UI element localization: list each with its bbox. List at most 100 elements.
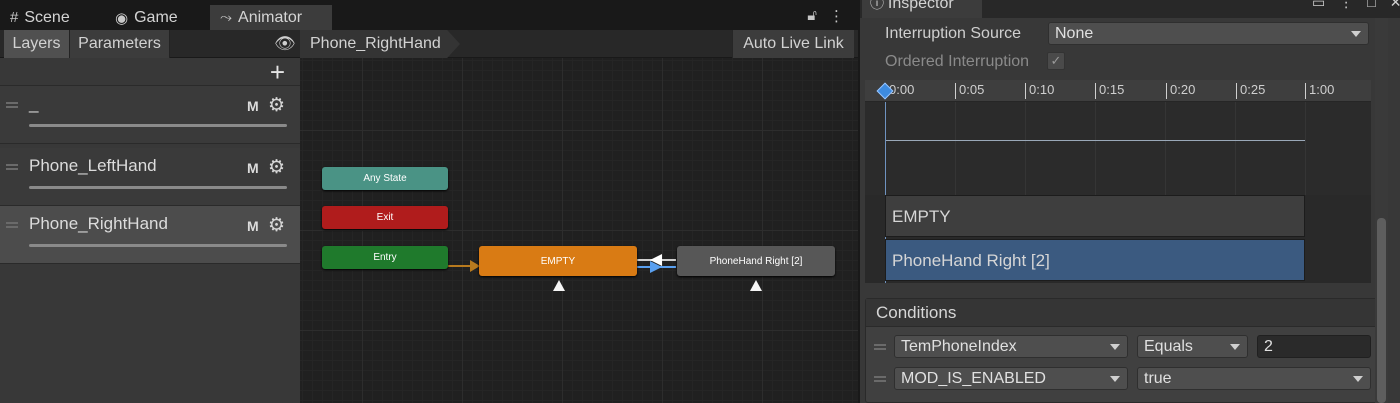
- chevron-down-icon: [1351, 31, 1361, 37]
- animator-window: # Scene ◉ Game ⤳ Animator 🔓︎ ⋮ Layers Pa…: [0, 0, 858, 403]
- tick-label: 0:05: [955, 83, 984, 99]
- scrollbar-thumb[interactable]: [1377, 218, 1386, 403]
- more-options-icon[interactable]: ⋮: [829, 7, 844, 25]
- drag-handle-icon[interactable]: [6, 222, 18, 228]
- empty-state-node[interactable]: EMPTY: [479, 246, 637, 276]
- gear-icon[interactable]: ⚙: [268, 214, 285, 237]
- window-tab-bar: # Scene ◉ Game ⤳ Animator 🔓︎ ⋮: [0, 0, 858, 30]
- transition-arrows: [448, 254, 676, 273]
- source-state-bar[interactable]: EMPTY: [885, 195, 1305, 237]
- dropdown-value: true: [1144, 370, 1172, 387]
- any-state-node[interactable]: Any State: [322, 167, 448, 190]
- tab-inspector[interactable]: ⓘ Inspector: [862, 0, 982, 18]
- transition-timeline[interactable]: 0:00 0:05 0:10 0:15 0:20 0:25 1:00 EMPTY…: [865, 80, 1371, 283]
- breadcrumb[interactable]: Phone_RightHand: [300, 30, 460, 58]
- layer-mask-indicator: M: [247, 160, 259, 176]
- more-options-icon[interactable]: ⋮: [1339, 0, 1353, 11]
- window-tools: 🔓︎ ⋮: [807, 7, 844, 25]
- layers-toolbar: +: [0, 58, 300, 86]
- gear-icon[interactable]: ⚙: [268, 94, 285, 117]
- phonehand-state-node[interactable]: PhoneHand Right [2]: [677, 246, 835, 276]
- timeline-ruler: 0:00 0:05 0:10 0:15 0:20 0:25 1:00: [865, 80, 1371, 102]
- inspector-tab-bar: ⓘ Inspector ▭ ⋮ □ ✕: [860, 0, 1400, 18]
- layer-weight-slider[interactable]: [29, 186, 287, 189]
- layer-mask-indicator: M: [247, 218, 259, 234]
- transition-curve: [885, 140, 1305, 141]
- destination-state-bar[interactable]: PhoneHand Right [2]: [885, 239, 1305, 281]
- add-layer-icon[interactable]: +: [270, 58, 285, 86]
- tab-inspector-label: Inspector: [887, 0, 954, 12]
- tick-label: 0:15: [1095, 83, 1124, 99]
- node-label: Entry: [373, 252, 397, 263]
- tab-animator-label: Animator: [238, 8, 303, 26]
- condition-parameter-dropdown[interactable]: MOD_IS_ENABLED: [894, 367, 1128, 390]
- tab-scene[interactable]: # Scene: [0, 5, 100, 30]
- layer-name: _: [29, 94, 39, 113]
- drag-handle-icon[interactable]: [6, 164, 18, 170]
- node-label: Exit: [376, 212, 394, 223]
- conditions-header: Conditions: [866, 299, 1380, 327]
- maximize-icon[interactable]: □: [1367, 0, 1375, 11]
- state-machine-graph[interactable]: Any State Exit Entry EMPTY PhoneHand Rig…: [300, 58, 858, 403]
- info-icon: ⓘ: [870, 0, 888, 11]
- layer-mask-indicator: M: [247, 98, 259, 114]
- drag-handle-icon[interactable]: [874, 344, 886, 350]
- conditions-panel: Conditions TemPhoneIndex Equals 2 MOD_IS…: [865, 298, 1381, 403]
- gamepad-icon: ◉: [115, 9, 129, 27]
- exit-node[interactable]: Exit: [322, 206, 448, 229]
- dropdown-value: Equals: [1144, 338, 1193, 355]
- node-label: EMPTY: [540, 255, 576, 267]
- layer-row[interactable]: Phone_LeftHand M ⚙: [0, 148, 300, 206]
- tab-animator[interactable]: ⤳ Animator: [210, 5, 332, 30]
- tab-game[interactable]: ◉ Game: [105, 5, 205, 30]
- inspector-window-tools: ▭ ⋮ □ ✕: [1312, 0, 1400, 11]
- tick-label: 0:20: [1166, 83, 1195, 99]
- condition-mode-dropdown[interactable]: Equals: [1137, 335, 1248, 358]
- condition-row: TemPhoneIndex Equals 2: [866, 333, 1380, 364]
- node-label: Any State: [363, 173, 407, 184]
- auto-live-link-button[interactable]: Auto Live Link: [732, 30, 854, 58]
- close-icon[interactable]: ✕: [1390, 0, 1400, 11]
- tab-parameters[interactable]: Parameters: [70, 30, 170, 58]
- tab-scene-label: Scene: [24, 8, 70, 26]
- dropdown-value: TemPhoneIndex: [901, 338, 1017, 355]
- condition-row: MOD_IS_ENABLED true: [866, 365, 1380, 396]
- condition-mode-dropdown[interactable]: true: [1137, 367, 1371, 390]
- animator-toolbar: Layers Parameters 👁︎ Phone_RightHand Aut…: [0, 30, 858, 58]
- dropdown-value: MOD_IS_ENABLED: [901, 370, 1046, 387]
- chevron-down-icon: [1110, 376, 1120, 382]
- ordered-interruption-checkbox[interactable]: ✓: [1047, 52, 1065, 70]
- layer-name: Phone_LeftHand: [29, 156, 157, 175]
- tick-label: 1:00: [1305, 83, 1334, 99]
- chevron-down-icon: [1230, 344, 1240, 350]
- interruption-source-dropdown[interactable]: None: [1048, 22, 1369, 45]
- interruption-source-label: Interruption Source: [885, 25, 1022, 42]
- chevron-down-icon: [1353, 376, 1363, 382]
- entry-node[interactable]: Entry: [322, 246, 448, 269]
- layers-panel: + _ M ⚙ Phone_LeftHand M ⚙ Phone_RightHa…: [0, 58, 300, 403]
- eye-icon[interactable]: 👁︎: [274, 34, 296, 54]
- checkmark-icon: ✓: [1050, 53, 1062, 68]
- layer-weight-slider[interactable]: [29, 124, 287, 127]
- condition-value-field[interactable]: 2: [1257, 335, 1371, 358]
- layer-weight-slider[interactable]: [29, 244, 287, 247]
- condition-parameter-dropdown[interactable]: TemPhoneIndex: [894, 335, 1128, 358]
- inspector-scrollbar[interactable]: [1375, 18, 1388, 403]
- triangle-icon: [553, 280, 565, 291]
- drag-handle-icon[interactable]: [6, 102, 18, 108]
- drag-handle-icon[interactable]: [874, 376, 886, 382]
- layer-row[interactable]: Phone_RightHand M ⚙: [0, 206, 300, 264]
- lock-icon[interactable]: ▭: [1312, 0, 1325, 11]
- tab-layers[interactable]: Layers: [4, 30, 70, 58]
- lock-icon[interactable]: 🔓︎: [807, 7, 817, 25]
- chevron-down-icon: [1110, 344, 1120, 350]
- gear-icon[interactable]: ⚙: [268, 156, 285, 179]
- ordered-interruption-label: Ordered Interruption: [885, 53, 1030, 70]
- animator-icon: ⤳: [220, 9, 233, 26]
- layer-row[interactable]: _ M ⚙: [0, 86, 300, 144]
- layer-name: Phone_RightHand: [29, 214, 168, 233]
- dropdown-value: None: [1055, 25, 1094, 42]
- tick-label: 0:25: [1236, 83, 1265, 99]
- tick-label: 0:10: [1025, 83, 1054, 99]
- node-label: PhoneHand Right [2]: [709, 255, 803, 267]
